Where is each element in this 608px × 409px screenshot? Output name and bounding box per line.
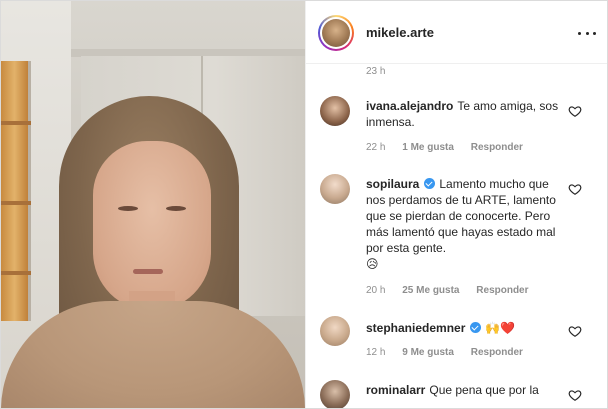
heart-outline-icon[interactable] — [568, 324, 582, 338]
commenter-avatar[interactable] — [320, 380, 350, 408]
reply-button[interactable]: Responder — [471, 347, 523, 358]
comments-panel: mikele.arte 23 h ivana.alejandro Te amo a… — [305, 1, 607, 408]
comment-username[interactable]: stephaniedemner — [366, 321, 465, 335]
comment-meta: 20 h 25 Me gusta Responder — [366, 285, 543, 296]
previous-comment-timestamp: 23 h — [366, 66, 386, 77]
comment-username[interactable]: sopilaura — [366, 177, 419, 191]
reply-button[interactable]: Responder — [476, 285, 528, 296]
background-window — [1, 61, 31, 321]
commenter-avatar[interactable] — [320, 316, 350, 346]
post-video[interactable] — [1, 1, 305, 408]
heart-outline-icon[interactable] — [568, 104, 582, 118]
commenter-avatar[interactable] — [320, 174, 350, 204]
comment-username[interactable]: rominalarr — [366, 383, 425, 397]
verified-badge-icon — [470, 322, 482, 333]
author-avatar[interactable] — [318, 15, 354, 51]
heart-outline-icon[interactable] — [568, 182, 582, 196]
comment-likes[interactable]: 1 Me gusta — [402, 142, 454, 153]
comment-meta: 22 h 1 Me gusta Responder — [366, 142, 537, 153]
author-username[interactable]: mikele.arte — [366, 25, 434, 40]
comment-time: 20 h — [366, 285, 386, 296]
post-modal: mikele.arte 23 h ivana.alejandro Te amo a… — [0, 0, 608, 409]
heart-outline-icon[interactable] — [568, 388, 582, 402]
verified-badge-icon — [424, 178, 436, 189]
comment-emoji: 😥 — [366, 257, 379, 271]
comment-text-block: stephaniedemner 🙌❤️ — [366, 320, 562, 336]
comment-username[interactable]: ivana.alejandro — [366, 99, 453, 113]
reply-button[interactable]: Responder — [471, 142, 523, 153]
comment-likes[interactable]: 9 Me gusta — [402, 347, 454, 358]
commenter-avatar[interactable] — [320, 96, 350, 126]
comment-text-block: rominalarr Que pena que por la — [366, 382, 562, 398]
comment-text: Que pena que por la — [429, 383, 539, 397]
comment-time: 22 h — [366, 142, 386, 153]
comment-likes[interactable]: 25 Me gusta — [402, 285, 459, 296]
person-face — [93, 141, 211, 311]
comments-list[interactable]: 23 h ivana.alejandro Te amo amiga, sos in… — [306, 64, 607, 408]
comment-emoji: 🙌❤️ — [485, 321, 516, 335]
comment-text-block: sopilaura Lamento mucho que nos perdamos … — [366, 176, 562, 272]
post-header: mikele.arte — [306, 1, 607, 64]
person-eye-right — [166, 206, 186, 211]
person-mouth — [133, 269, 163, 274]
more-options-icon[interactable] — [578, 25, 596, 41]
comment-text-block: ivana.alejandro Te amo amiga, sos inmensa… — [366, 98, 562, 130]
comment-meta: 12 h 9 Me gusta Responder — [366, 347, 537, 358]
person-eye-left — [118, 206, 138, 211]
comment-time: 12 h — [366, 347, 386, 358]
